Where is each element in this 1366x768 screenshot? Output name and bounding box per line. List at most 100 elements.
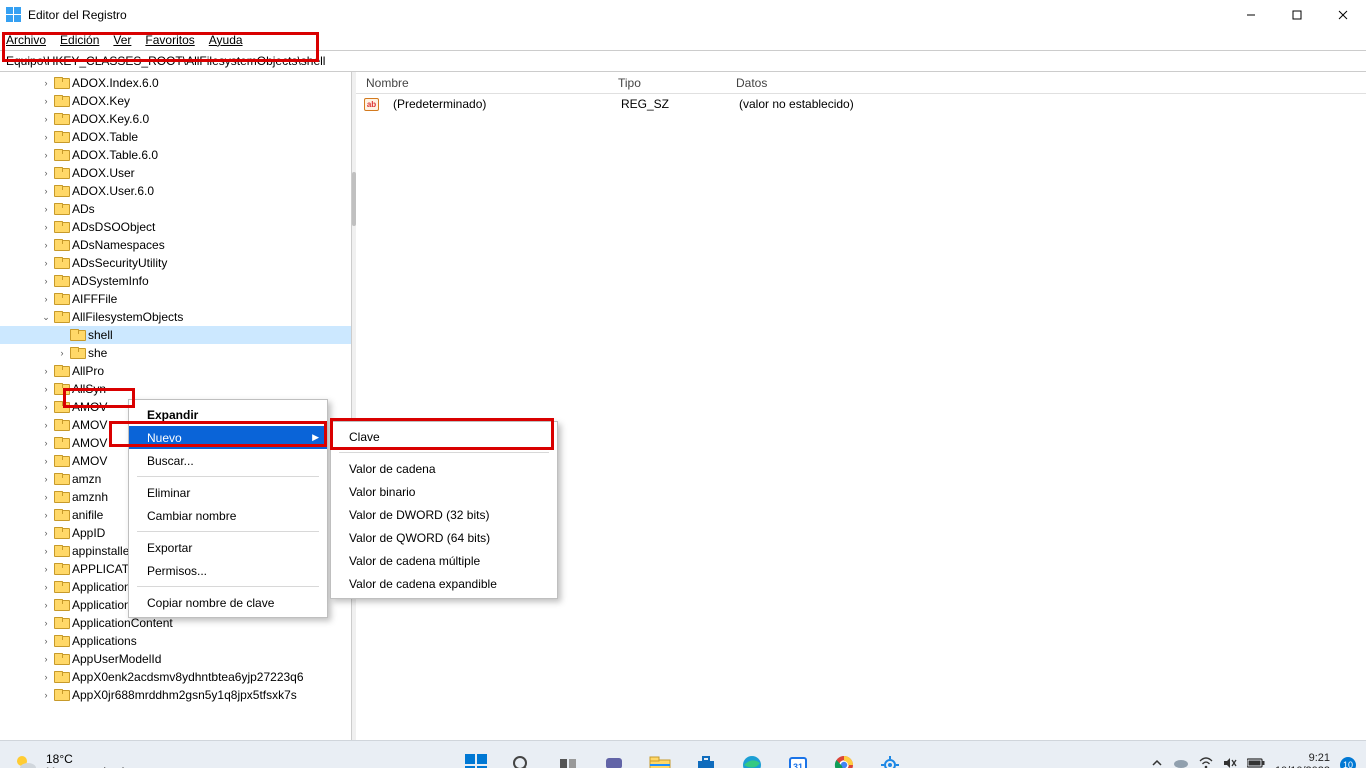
tree-item[interactable]: ›she [0, 344, 351, 362]
chevron-right-icon[interactable]: › [40, 114, 52, 124]
tree-item[interactable]: ›ADSystemInfo [0, 272, 351, 290]
tray-chevron-up-icon[interactable] [1151, 757, 1163, 768]
chevron-right-icon[interactable]: › [40, 132, 52, 142]
minimize-button[interactable] [1228, 0, 1274, 30]
ctx-find[interactable]: Buscar... [129, 449, 327, 472]
ctx-new-qword[interactable]: Valor de QWORD (64 bits) [331, 526, 557, 549]
ctx-new-multistring[interactable]: Valor de cadena múltiple [331, 549, 557, 572]
tree-item[interactable]: ›ADOX.Key.6.0 [0, 110, 351, 128]
task-view-icon[interactable] [548, 745, 588, 768]
start-button[interactable] [456, 745, 496, 768]
wifi-icon[interactable] [1199, 757, 1213, 768]
tree-item[interactable]: ›ADOX.Index.6.0 [0, 74, 351, 92]
tree-item[interactable]: ›AllPro [0, 362, 351, 380]
ctx-new-string[interactable]: Valor de cadena [331, 457, 557, 480]
ctx-new-dword[interactable]: Valor de DWORD (32 bits) [331, 503, 557, 526]
chevron-right-icon[interactable]: › [40, 420, 52, 430]
chevron-down-icon[interactable]: ⌄ [40, 312, 52, 323]
notification-badge[interactable]: 10 [1340, 757, 1356, 768]
col-type[interactable]: Tipo [608, 76, 726, 90]
tree-item[interactable]: ›AppX0jr688mrddhm2gsn5y1q8jpx5tfsxk7s [0, 686, 351, 704]
chevron-right-icon[interactable]: › [40, 492, 52, 502]
tree-item[interactable]: ›AIFFFile [0, 290, 351, 308]
onedrive-icon[interactable] [1173, 757, 1189, 768]
chevron-right-icon[interactable]: › [40, 474, 52, 484]
chevron-right-icon[interactable]: › [40, 636, 52, 646]
tree-item[interactable]: ›AllSyn [0, 380, 351, 398]
menu-help[interactable]: Ayuda [209, 33, 243, 47]
address-bar[interactable]: Equipo\HKEY_CLASSES_ROOT\AllFilesystemOb… [0, 50, 1366, 72]
tree-item[interactable]: ›ADs [0, 200, 351, 218]
chrome-icon[interactable] [824, 745, 864, 768]
chevron-right-icon[interactable]: › [40, 456, 52, 466]
ctx-permissions[interactable]: Permisos... [129, 559, 327, 582]
tree-item[interactable]: ⌄AllFilesystemObjects [0, 308, 351, 326]
chevron-right-icon[interactable]: › [40, 384, 52, 394]
chevron-right-icon[interactable]: › [40, 204, 52, 214]
menu-file[interactable]: Archivo [6, 33, 46, 47]
chevron-right-icon[interactable]: › [40, 366, 52, 376]
tree-item[interactable]: ›ADOX.Table [0, 128, 351, 146]
tree-item[interactable]: ›ADOX.User [0, 164, 351, 182]
tree-item[interactable]: ›ADOX.Table.6.0 [0, 146, 351, 164]
ctx-new[interactable]: Nuevo▶ [129, 426, 327, 449]
battery-icon[interactable] [1247, 758, 1265, 768]
chevron-right-icon[interactable]: › [40, 78, 52, 88]
taskbar-weather[interactable]: 18°C Mayorm. soleado [14, 752, 130, 768]
chevron-right-icon[interactable]: › [40, 438, 52, 448]
chevron-right-icon[interactable]: › [40, 600, 52, 610]
tree-item[interactable]: ›ADsNamespaces [0, 236, 351, 254]
chevron-right-icon[interactable]: › [40, 510, 52, 520]
tree-item[interactable]: ›AppUserModelId [0, 650, 351, 668]
tree-item[interactable]: ›ADOX.User.6.0 [0, 182, 351, 200]
menu-view[interactable]: Ver [113, 33, 131, 47]
col-name[interactable]: Nombre [356, 76, 608, 90]
tree-item[interactable]: ›ADOX.Key [0, 92, 351, 110]
ctx-expand[interactable]: Expandir [129, 403, 327, 426]
chevron-right-icon[interactable]: › [40, 294, 52, 304]
search-icon[interactable] [502, 745, 542, 768]
chevron-right-icon[interactable]: › [40, 222, 52, 232]
splitter[interactable] [352, 72, 356, 740]
ctx-delete[interactable]: Eliminar [129, 481, 327, 504]
ctx-new-key[interactable]: Clave [331, 425, 557, 448]
explorer-icon[interactable] [640, 745, 680, 768]
ctx-new-binary[interactable]: Valor binario [331, 480, 557, 503]
chevron-right-icon[interactable]: › [40, 96, 52, 106]
ctx-rename[interactable]: Cambiar nombre [129, 504, 327, 527]
menu-favorites[interactable]: Favoritos [145, 33, 194, 47]
tree-item[interactable]: shell [0, 326, 351, 344]
ctx-export[interactable]: Exportar [129, 536, 327, 559]
edge-icon[interactable] [732, 745, 772, 768]
chevron-right-icon[interactable]: › [40, 168, 52, 178]
chevron-right-icon[interactable]: › [56, 348, 68, 358]
list-pane[interactable]: Nombre Tipo Datos ab (Predeterminado) RE… [356, 72, 1366, 740]
app-icon[interactable] [870, 745, 910, 768]
tree-item[interactable]: ›ADsSecurityUtility [0, 254, 351, 272]
chevron-right-icon[interactable]: › [40, 402, 52, 412]
tree-item[interactable]: ›Applications [0, 632, 351, 650]
chat-icon[interactable] [594, 745, 634, 768]
ctx-new-expandstring[interactable]: Valor de cadena expandible [331, 572, 557, 595]
col-data[interactable]: Datos [726, 76, 1366, 90]
ctx-copy-key-name[interactable]: Copiar nombre de clave [129, 591, 327, 614]
close-button[interactable] [1320, 0, 1366, 30]
chevron-right-icon[interactable]: › [40, 186, 52, 196]
calendar-icon[interactable]: 31 [778, 745, 818, 768]
maximize-button[interactable] [1274, 0, 1320, 30]
tray-clock[interactable]: 9:21 10/10/2022 [1275, 752, 1330, 768]
store-icon[interactable] [686, 745, 726, 768]
chevron-right-icon[interactable]: › [40, 276, 52, 286]
chevron-right-icon[interactable]: › [40, 528, 52, 538]
volume-icon[interactable] [1223, 757, 1237, 768]
chevron-right-icon[interactable]: › [40, 672, 52, 682]
tree-item[interactable]: ›AppX0enk2acdsmv8ydhntbtea6yjp27223q6 [0, 668, 351, 686]
chevron-right-icon[interactable]: › [40, 564, 52, 574]
chevron-right-icon[interactable]: › [40, 546, 52, 556]
chevron-right-icon[interactable]: › [40, 150, 52, 160]
chevron-right-icon[interactable]: › [40, 690, 52, 700]
menu-edit[interactable]: Edición [60, 33, 99, 47]
chevron-right-icon[interactable]: › [40, 618, 52, 628]
chevron-right-icon[interactable]: › [40, 654, 52, 664]
chevron-right-icon[interactable]: › [40, 582, 52, 592]
